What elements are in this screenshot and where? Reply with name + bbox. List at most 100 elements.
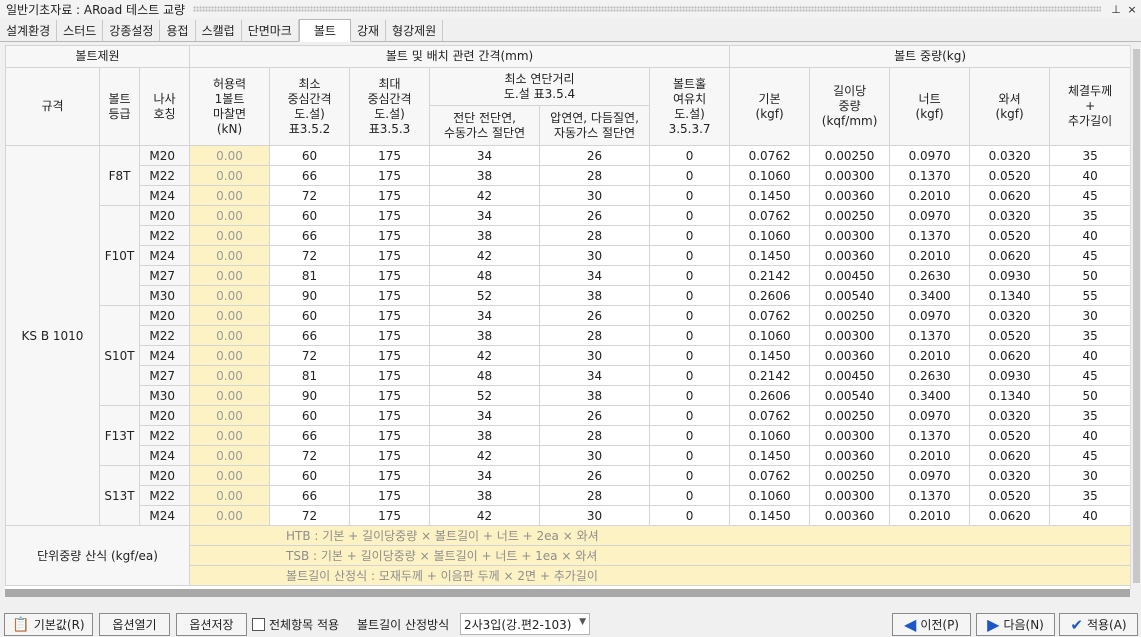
- tab-1[interactable]: 스터드: [57, 20, 104, 41]
- value-cell[interactable]: 0.0620: [969, 185, 1051, 206]
- value-cell[interactable]: 0.00: [189, 465, 271, 486]
- value-cell[interactable]: 0.00: [189, 225, 271, 246]
- value-cell[interactable]: 0.1340: [969, 385, 1051, 406]
- value-cell[interactable]: 50: [1049, 265, 1130, 286]
- value-cell[interactable]: 48: [429, 265, 541, 286]
- value-cell[interactable]: 40: [1049, 425, 1130, 446]
- value-cell[interactable]: 45: [1049, 245, 1130, 266]
- value-cell[interactable]: 0.00300: [809, 325, 891, 346]
- value-cell[interactable]: 40: [1049, 505, 1130, 526]
- value-cell[interactable]: 0.2010: [889, 185, 971, 206]
- value-cell[interactable]: 0.00: [189, 445, 271, 466]
- value-cell[interactable]: 0.0762: [729, 305, 811, 326]
- value-cell[interactable]: 34: [429, 465, 541, 486]
- value-cell[interactable]: 72: [269, 445, 351, 466]
- value-cell[interactable]: 0.00250: [809, 145, 891, 166]
- value-cell[interactable]: 0.00360: [809, 185, 891, 206]
- value-cell[interactable]: 175: [349, 305, 431, 326]
- vertical-scrollbar[interactable]: [1130, 45, 1141, 589]
- value-cell[interactable]: 0.2142: [729, 265, 811, 286]
- value-cell[interactable]: 0.00: [189, 405, 271, 426]
- value-cell[interactable]: 0.0762: [729, 405, 811, 426]
- value-cell[interactable]: 0.0970: [889, 145, 971, 166]
- value-cell[interactable]: 0.0520: [969, 485, 1051, 506]
- value-cell[interactable]: 45: [1049, 445, 1130, 466]
- value-cell[interactable]: 0.1370: [889, 425, 971, 446]
- value-cell[interactable]: 0.00: [189, 365, 271, 386]
- value-cell[interactable]: 0.00: [189, 485, 271, 506]
- value-cell[interactable]: 0.00: [189, 325, 271, 346]
- value-cell[interactable]: 38: [539, 385, 651, 406]
- value-cell[interactable]: 38: [429, 165, 541, 186]
- horizontal-scrollbar[interactable]: [5, 589, 1130, 597]
- value-cell[interactable]: 0.1060: [729, 225, 811, 246]
- value-cell[interactable]: 0.0320: [969, 405, 1051, 426]
- value-cell[interactable]: 81: [269, 265, 351, 286]
- value-cell[interactable]: 26: [539, 465, 651, 486]
- value-cell[interactable]: 0: [649, 365, 731, 386]
- value-cell[interactable]: 0.1370: [889, 165, 971, 186]
- value-cell[interactable]: 175: [349, 345, 431, 366]
- value-cell[interactable]: 175: [349, 505, 431, 526]
- value-cell[interactable]: 35: [1049, 485, 1130, 506]
- value-cell[interactable]: 0.2630: [889, 265, 971, 286]
- value-cell[interactable]: 38: [429, 485, 541, 506]
- tab-8[interactable]: 형강제원: [386, 20, 444, 41]
- value-cell[interactable]: 0: [649, 265, 731, 286]
- value-cell[interactable]: 175: [349, 185, 431, 206]
- value-cell[interactable]: 0: [649, 325, 731, 346]
- value-cell[interactable]: 26: [539, 205, 651, 226]
- value-cell[interactable]: 175: [349, 465, 431, 486]
- value-cell[interactable]: 0: [649, 465, 731, 486]
- value-cell[interactable]: 0: [649, 205, 731, 226]
- value-cell[interactable]: 0.00: [189, 185, 271, 206]
- value-cell[interactable]: 72: [269, 505, 351, 526]
- value-cell[interactable]: 38: [429, 225, 541, 246]
- value-cell[interactable]: 30: [539, 185, 651, 206]
- value-cell[interactable]: 0.1450: [729, 245, 811, 266]
- value-cell[interactable]: 0.00300: [809, 425, 891, 446]
- value-cell[interactable]: 0.00300: [809, 485, 891, 506]
- tab-3[interactable]: 용접: [160, 20, 196, 41]
- value-cell[interactable]: 0: [649, 425, 731, 446]
- value-cell[interactable]: 26: [539, 405, 651, 426]
- value-cell[interactable]: 60: [269, 205, 351, 226]
- value-cell[interactable]: 0.0762: [729, 465, 811, 486]
- value-cell[interactable]: 72: [269, 185, 351, 206]
- value-cell[interactable]: 0.1450: [729, 505, 811, 526]
- value-cell[interactable]: 0: [649, 245, 731, 266]
- value-cell[interactable]: 0.0970: [889, 405, 971, 426]
- value-cell[interactable]: 175: [349, 285, 431, 306]
- value-cell[interactable]: 0.2142: [729, 365, 811, 386]
- value-cell[interactable]: 0: [649, 185, 731, 206]
- value-cell[interactable]: 0.0620: [969, 345, 1051, 366]
- value-cell[interactable]: 0.0762: [729, 205, 811, 226]
- value-cell[interactable]: 175: [349, 325, 431, 346]
- value-cell[interactable]: 30: [539, 245, 651, 266]
- value-cell[interactable]: 40: [1049, 225, 1130, 246]
- tab-5[interactable]: 단면마크: [242, 20, 299, 41]
- value-cell[interactable]: 34: [539, 365, 651, 386]
- value-cell[interactable]: 0.00: [189, 385, 271, 406]
- value-cell[interactable]: 0: [649, 305, 731, 326]
- value-cell[interactable]: 30: [1049, 305, 1130, 326]
- value-cell[interactable]: 50: [1049, 385, 1130, 406]
- value-cell[interactable]: 90: [269, 385, 351, 406]
- value-cell[interactable]: 0: [649, 505, 731, 526]
- value-cell[interactable]: 0.00360: [809, 245, 891, 266]
- value-cell[interactable]: 35: [1049, 325, 1130, 346]
- value-cell[interactable]: 38: [429, 425, 541, 446]
- value-cell[interactable]: 0.00250: [809, 405, 891, 426]
- value-cell[interactable]: 175: [349, 165, 431, 186]
- value-cell[interactable]: 52: [429, 285, 541, 306]
- value-cell[interactable]: 60: [269, 405, 351, 426]
- value-cell[interactable]: 28: [539, 225, 651, 246]
- value-cell[interactable]: 0.00360: [809, 505, 891, 526]
- value-cell[interactable]: 175: [349, 485, 431, 506]
- value-cell[interactable]: 35: [1049, 145, 1130, 166]
- value-cell[interactable]: 34: [429, 305, 541, 326]
- value-cell[interactable]: 0.00: [189, 165, 271, 186]
- value-cell[interactable]: 34: [429, 405, 541, 426]
- value-cell[interactable]: 66: [269, 325, 351, 346]
- value-cell[interactable]: 0.1450: [729, 185, 811, 206]
